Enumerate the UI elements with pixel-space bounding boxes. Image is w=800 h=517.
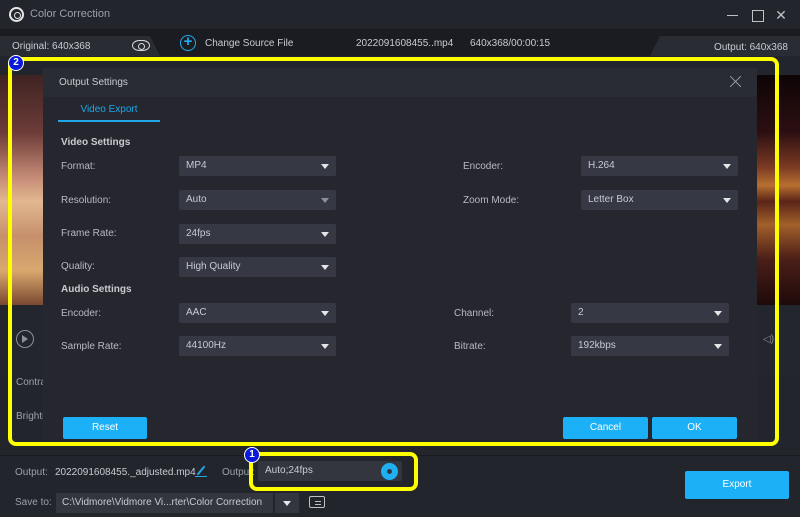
audio-settings-heading: Audio Settings bbox=[61, 284, 132, 295]
export-button[interactable]: Export bbox=[685, 471, 789, 499]
original-resolution-label: Original: 640x368 bbox=[12, 41, 91, 52]
edit-icon[interactable] bbox=[195, 465, 207, 477]
zoom-mode-label: Zoom Mode: bbox=[463, 195, 520, 206]
open-folder-icon[interactable] bbox=[309, 496, 325, 508]
tab-video-export[interactable]: Video Export bbox=[58, 100, 160, 122]
resolution-select[interactable]: Auto bbox=[179, 190, 336, 210]
video-settings-heading: Video Settings bbox=[61, 137, 131, 148]
output-settings-dialog: Output Settings Video Export Video Setti… bbox=[43, 68, 757, 440]
original-preview-image bbox=[0, 75, 43, 305]
output-settings-field[interactable]: Auto;24fps bbox=[258, 461, 402, 481]
audio-encoder-value: AAC bbox=[186, 307, 207, 318]
chevron-down-icon bbox=[321, 198, 329, 203]
format-label: Format: bbox=[61, 161, 96, 172]
color-wheel-icon bbox=[9, 7, 24, 22]
frame-rate-select[interactable]: 24fps bbox=[179, 224, 336, 244]
chevron-down-icon bbox=[723, 164, 731, 169]
close-icon[interactable] bbox=[728, 74, 744, 90]
chevron-down-icon bbox=[321, 344, 329, 349]
app-window: Color Correction ✕ Original: 640x368 + C… bbox=[0, 0, 800, 517]
add-source-icon[interactable]: + bbox=[180, 34, 196, 51]
source-file-meta: 640x368/00:00:15 bbox=[470, 38, 551, 49]
annotation-badge-2: 2 bbox=[8, 55, 24, 71]
annotation-badge-1: 1 bbox=[244, 447, 260, 463]
video-encoder-label: Encoder: bbox=[463, 161, 504, 172]
channel-label: Channel: bbox=[454, 308, 495, 319]
chevron-down-icon bbox=[321, 164, 329, 169]
frame-rate-value: 24fps bbox=[186, 228, 211, 239]
audio-encoder-label: Encoder: bbox=[61, 308, 102, 319]
output-settings-value: Auto;24fps bbox=[265, 465, 313, 476]
play-icon[interactable] bbox=[16, 330, 34, 348]
save-to-label: Save to: bbox=[15, 497, 52, 508]
channel-select[interactable]: 2 bbox=[571, 303, 729, 323]
bitrate-select[interactable]: 192kbps bbox=[571, 336, 729, 356]
video-encoder-value: H.264 bbox=[588, 160, 615, 171]
dialog-title: Output Settings bbox=[59, 77, 128, 88]
source-file-name: 2022091608455..mp4 bbox=[356, 38, 454, 49]
cancel-button[interactable]: Cancel bbox=[563, 417, 648, 439]
sample-rate-select[interactable]: 44100Hz bbox=[179, 336, 336, 356]
title-bar: Color Correction ✕ bbox=[0, 0, 800, 29]
bitrate-label: Bitrate: bbox=[454, 341, 486, 352]
contrast-label: Contra bbox=[16, 377, 47, 388]
chevron-down-icon bbox=[714, 311, 722, 316]
change-source-file-button[interactable]: Change Source File bbox=[205, 38, 293, 49]
minimize-button[interactable] bbox=[723, 6, 741, 24]
chevron-down-icon bbox=[321, 311, 329, 316]
resolution-value: Auto bbox=[186, 194, 207, 205]
output-settings-label: Output: bbox=[222, 467, 255, 478]
chevron-down-icon bbox=[321, 232, 329, 237]
output-file-label: Output: bbox=[15, 467, 48, 478]
maximize-button[interactable] bbox=[748, 6, 766, 24]
zoom-mode-select[interactable]: Letter Box bbox=[581, 190, 738, 210]
frame-rate-label: Frame Rate: bbox=[61, 228, 117, 239]
chevron-down-icon bbox=[714, 344, 722, 349]
video-encoder-select[interactable]: H.264 bbox=[581, 156, 738, 176]
output-resolution-label: Output: 640x368 bbox=[714, 42, 788, 53]
save-path-dropdown[interactable] bbox=[275, 493, 299, 513]
dialog-header: Output Settings bbox=[43, 68, 757, 97]
close-window-button[interactable]: ✕ bbox=[772, 6, 790, 24]
format-value: MP4 bbox=[186, 160, 207, 171]
reset-button[interactable]: Reset bbox=[63, 417, 147, 439]
bitrate-value: 192kbps bbox=[578, 340, 616, 351]
volume-icon[interactable]: ◁) bbox=[763, 334, 774, 345]
resolution-label: Resolution: bbox=[61, 195, 112, 206]
audio-encoder-select[interactable]: AAC bbox=[179, 303, 336, 323]
sample-rate-label: Sample Rate: bbox=[61, 341, 122, 352]
chevron-down-icon bbox=[321, 265, 329, 270]
quality-label: Quality: bbox=[61, 261, 95, 272]
output-preview-image bbox=[757, 75, 800, 305]
quality-select[interactable]: High Quality bbox=[179, 257, 336, 277]
output-file-name: 2022091608455._adjusted.mp4 bbox=[55, 467, 196, 478]
quality-value: High Quality bbox=[186, 261, 241, 272]
sample-rate-value: 44100Hz bbox=[186, 340, 227, 351]
window-title: Color Correction bbox=[30, 8, 111, 20]
ok-button[interactable]: OK bbox=[652, 417, 737, 439]
format-select[interactable]: MP4 bbox=[179, 156, 336, 176]
eye-icon[interactable] bbox=[132, 40, 150, 51]
gear-icon[interactable] bbox=[383, 465, 396, 478]
channel-value: 2 bbox=[578, 307, 584, 318]
chevron-down-icon bbox=[723, 198, 731, 203]
zoom-mode-value: Letter Box bbox=[588, 194, 634, 205]
save-path-field[interactable]: C:\Vidmore\Vidmore Vi...rter\Color Corre… bbox=[56, 493, 273, 513]
